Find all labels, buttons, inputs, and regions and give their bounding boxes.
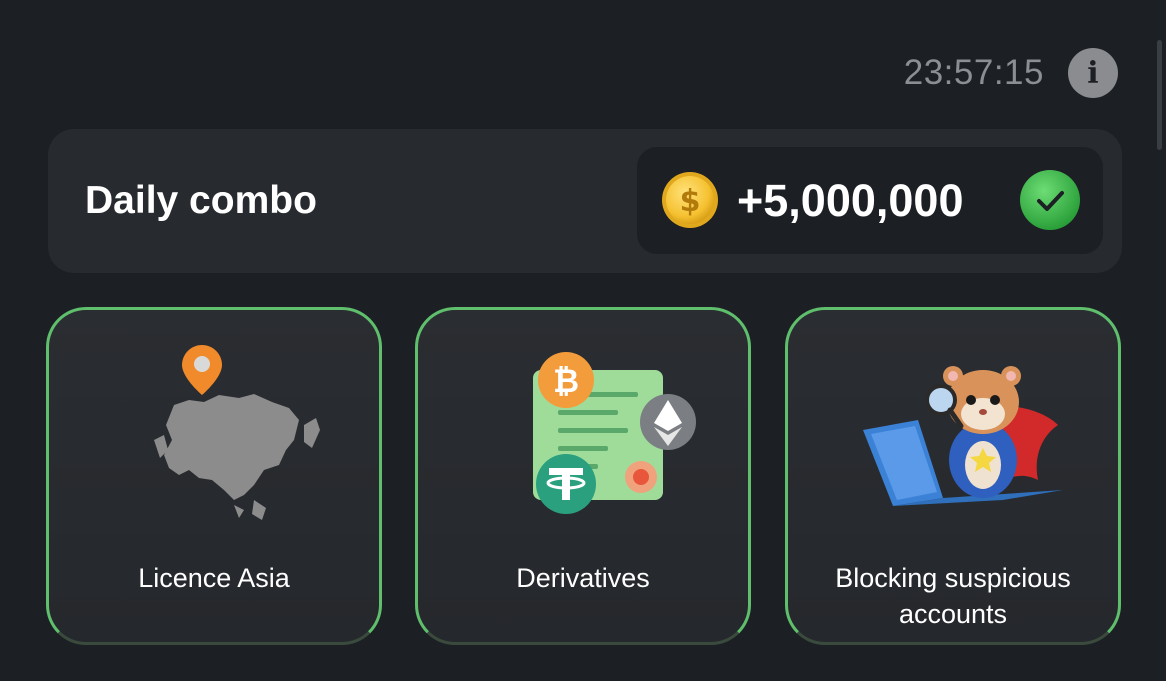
daily-combo-bar: Daily combo $ +5,000,000	[48, 129, 1122, 273]
svg-text:₿: ₿	[553, 362, 579, 400]
info-icon[interactable]: i	[1068, 48, 1118, 98]
card-label: Licence Asia	[138, 563, 290, 593]
scrollbar[interactable]	[1157, 40, 1162, 150]
card-label: Blocking suspicious accounts	[835, 563, 1071, 629]
reward-box: $ +5,000,000	[637, 147, 1103, 254]
reward-amount: +5,000,000	[737, 175, 964, 226]
combo-card-derivatives[interactable]: ₿ Derivatives	[415, 307, 751, 645]
countdown-timer: 23:57:15	[903, 53, 1044, 92]
hamster-detective-icon	[863, 366, 1063, 506]
card-label: Derivatives	[516, 563, 650, 593]
daily-combo-title: Daily combo	[85, 179, 317, 222]
check-icon	[1020, 170, 1080, 230]
card-illustration: ₿	[418, 330, 748, 530]
card-illustration	[49, 330, 379, 530]
svg-text:$: $	[680, 184, 701, 219]
coin-icon: $	[662, 172, 718, 228]
crypto-document-icon: ₿	[533, 352, 696, 514]
timer-row: 23:57:15 i	[904, 48, 1118, 98]
combo-card-licence-asia[interactable]: Licence Asia	[46, 307, 382, 645]
card-illustration	[788, 330, 1118, 530]
asia-map-icon	[154, 345, 320, 520]
combo-card-blocking-suspicious-accounts[interactable]: Blocking suspicious accounts	[785, 307, 1121, 645]
